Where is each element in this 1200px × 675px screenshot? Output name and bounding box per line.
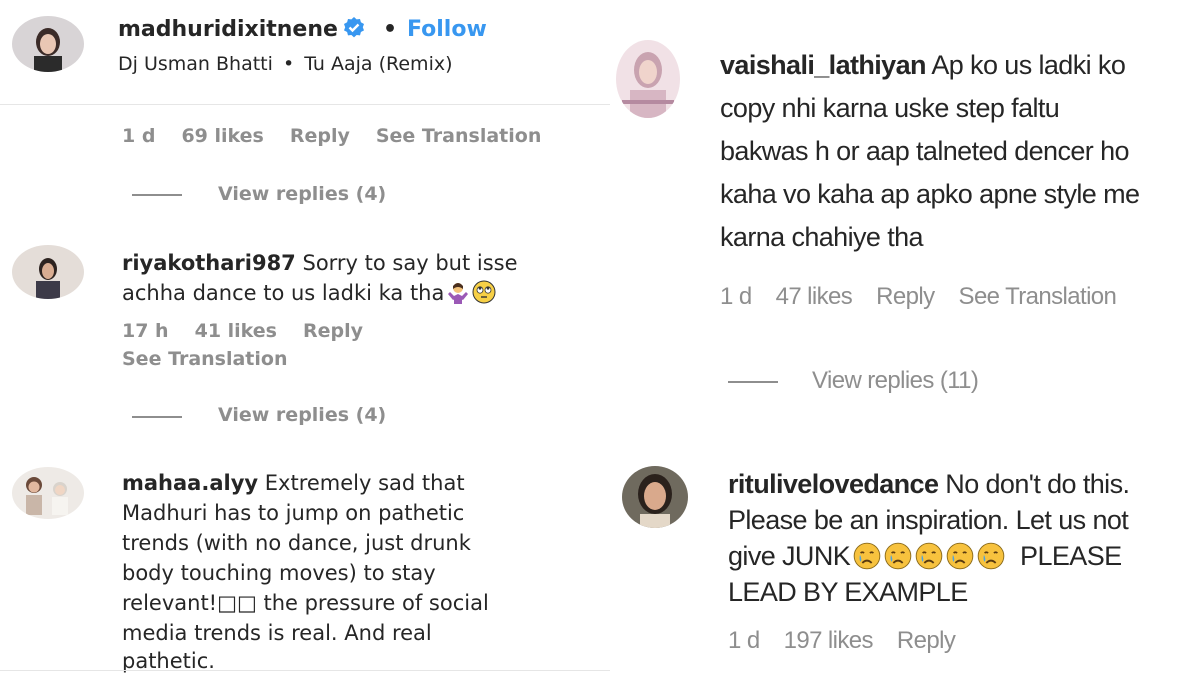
comment-likes[interactable]: 47 likes: [776, 283, 853, 310]
view-replies-button[interactable]: View replies (4): [218, 183, 386, 205]
comment-line: copy nhi karna uske step faltu: [720, 93, 1060, 123]
audio-track: Tu Aaja (Remix): [304, 53, 453, 75]
mahaa-avatar[interactable]: [12, 467, 84, 519]
vaishali-avatar[interactable]: [616, 40, 680, 118]
comment-text: vaishali_lathiyan Ap ko us ladki ko: [720, 44, 1126, 87]
comment-line: give JUNK: [728, 541, 851, 571]
comment-line: trends (with no dance, just drunk: [122, 531, 471, 555]
comment-likes[interactable]: 69 likes: [181, 125, 263, 147]
header-divider: [0, 104, 610, 105]
comment-text: riyakothari987 Sorry to say but isse: [122, 248, 518, 278]
avatar-image: [616, 40, 680, 118]
crying-face-icon: [977, 542, 1005, 570]
crying-face-icon: [915, 542, 943, 570]
view-replies-line: [132, 416, 182, 418]
comment-line: achha dance to us ladki ka tha: [122, 281, 445, 305]
avatar-image: [12, 245, 84, 299]
follow-button[interactable]: Follow: [407, 17, 487, 42]
view-replies-line: [728, 381, 778, 383]
audio-artist: Dj Usman Bhatti: [118, 53, 273, 75]
comment-line: LEAD BY EXAMPLE: [728, 577, 968, 607]
comment-meta: 1 d 197 likes Reply: [728, 627, 979, 655]
comment-username[interactable]: mahaa.alyy: [122, 471, 258, 495]
comment-line: Madhuri has to jump on pathetic: [122, 501, 465, 525]
ritu-avatar[interactable]: [622, 466, 688, 528]
avatar-image: [12, 467, 84, 519]
view-replies-button[interactable]: View replies (4): [218, 404, 386, 426]
comment-line: bakwas h or aap talneted dencer ho: [720, 136, 1130, 166]
comment-username[interactable]: riyakothari987: [122, 251, 296, 275]
see-translation-button[interactable]: See Translation: [122, 348, 287, 370]
avatar-image: [12, 16, 84, 72]
comment-time: 17 h: [122, 320, 169, 342]
comment-line: media trends is real. And real: [122, 621, 432, 645]
comment-line: No don't do this.: [945, 469, 1130, 499]
comment-line: karna chahiye tha: [720, 222, 924, 252]
left-comments-panel: madhuridixitnene • Follow Dj Usman Bhatti…: [0, 0, 610, 675]
madhuri-avatar[interactable]: [12, 16, 84, 72]
see-translation-button[interactable]: See Translation: [376, 125, 541, 147]
comment-meta: 17 h 41 likes Reply: [122, 320, 389, 342]
crying-emoji-row: [850, 541, 1005, 571]
audio-line[interactable]: Dj Usman Bhatti • Tu Aaja (Remix): [118, 53, 453, 75]
avatar-image: [622, 466, 688, 528]
comment-username[interactable]: ritulivelovedance: [728, 469, 939, 499]
reply-button[interactable]: Reply: [876, 283, 935, 310]
comment-time: 1 d: [728, 627, 760, 654]
post-header-line: madhuridixitnene • Follow: [118, 16, 487, 42]
rolling-eyes-icon: [472, 280, 496, 304]
comment-line: Sorry to say but isse: [302, 251, 518, 275]
comment-meta: 1 d 47 likes Reply See Translation: [720, 283, 1140, 311]
bottom-divider: [0, 670, 610, 671]
verified-badge-icon: [342, 16, 366, 40]
crying-face-icon: [946, 542, 974, 570]
reply-button[interactable]: Reply: [290, 125, 350, 147]
comment-line: relevant!□□ the pressure of social: [122, 591, 489, 615]
comment-meta: 1 d 69 likes Reply See Translation: [122, 125, 567, 147]
crying-face-icon: [884, 542, 912, 570]
comment-text-line2: achha dance to us ladki ka tha: [122, 278, 496, 308]
riya-avatar[interactable]: [12, 245, 84, 299]
comment-line: body touching moves) to stay: [122, 561, 436, 585]
right-comments-panel: vaishali_lathiyan Ap ko us ladki ko copy…: [612, 0, 1200, 675]
comment-likes[interactable]: 41 likes: [195, 320, 277, 342]
crying-face-icon: [853, 542, 881, 570]
audio-separator: •: [282, 53, 295, 75]
view-replies-button[interactable]: View replies (11): [812, 367, 979, 395]
comment-likes[interactable]: 197 likes: [784, 627, 874, 654]
reply-button[interactable]: Reply: [897, 627, 956, 654]
comment-line: Extremely sad that: [264, 471, 465, 495]
comment-line: PLEASE: [1020, 541, 1122, 571]
comment-time: 1 d: [122, 125, 156, 147]
comment-time: 1 d: [720, 283, 752, 310]
woman-gesturing-icon: [446, 280, 470, 304]
reply-button[interactable]: Reply: [303, 320, 363, 342]
comment-line: Ap ko us ladki ko: [931, 50, 1126, 80]
comment-username[interactable]: vaishali_lathiyan: [720, 50, 927, 80]
comment-text: mahaa.alyy Extremely sad that: [122, 468, 465, 498]
view-replies-line: [132, 194, 182, 196]
header-separator: •: [382, 17, 397, 42]
post-author-username[interactable]: madhuridixitnene: [118, 17, 338, 42]
comment-line: kaha vo kaha ap apko apne style me: [720, 179, 1140, 209]
see-translation-button[interactable]: See Translation: [959, 283, 1117, 310]
